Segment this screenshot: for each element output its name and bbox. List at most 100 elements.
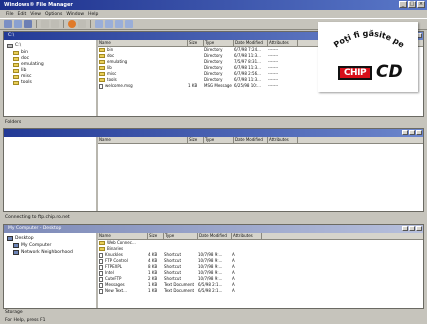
column-header-name[interactable]: Name: [98, 40, 188, 46]
pane-header[interactable]: My Computer - Desktop: [4, 225, 423, 233]
toolbar-separator: [63, 20, 64, 28]
folder-icon: [99, 54, 105, 58]
folder-icon: [13, 80, 19, 85]
column-header-size[interactable]: Size: [188, 40, 204, 46]
tree-item[interactable]: tools: [13, 80, 32, 85]
file-icon: [99, 288, 103, 294]
table-row[interactable]: New Text... 1 KB Text Document 6/5/98 2:1..…: [98, 288, 423, 294]
tree-item[interactable]: Network Neighborhood: [13, 250, 73, 255]
tree-item[interactable]: bin: [13, 50, 28, 55]
tree-item[interactable]: doc: [13, 56, 29, 61]
pane-title: C:\: [8, 33, 15, 38]
column-header-name[interactable]: Name: [98, 233, 148, 239]
stop-icon[interactable]: [68, 20, 76, 28]
cell-date: 6/25/98 10:...: [234, 83, 261, 88]
column-header-type[interactable]: Type: [204, 40, 234, 46]
menu-options[interactable]: Options: [45, 12, 62, 17]
copy-icon[interactable]: [51, 20, 59, 28]
refresh-icon[interactable]: [78, 20, 86, 28]
folder-tree: Desktop My Computer Network Neighborhood: [4, 233, 98, 308]
file-icon: [99, 282, 103, 288]
cell-name: New Text...: [99, 288, 148, 294]
cell-date: 6/5/98 2:1...: [198, 288, 223, 293]
menu-help[interactable]: Help: [88, 12, 98, 17]
promo-arc-text: Poţi fi găsite pe: [332, 29, 406, 50]
large-icons-icon[interactable]: [95, 20, 103, 28]
column-header-type[interactable]: Type: [164, 233, 198, 239]
tree-item[interactable]: My Computer: [13, 243, 51, 248]
folder-icon: [99, 60, 105, 64]
cell-attr: A: [232, 288, 235, 293]
menu-edit[interactable]: Edit: [18, 12, 27, 17]
column-header-size[interactable]: Size: [188, 137, 204, 143]
tree-item[interactable]: emulating: [13, 62, 44, 67]
column-header-size[interactable]: Size: [148, 233, 164, 239]
cell-attr: -------: [268, 83, 279, 88]
pane-maximize-button[interactable]: [409, 226, 415, 231]
toolbar-separator: [90, 20, 91, 28]
close-button[interactable]: ×: [417, 1, 425, 8]
pane-close-button[interactable]: [416, 130, 422, 135]
folder-icon: [99, 241, 105, 245]
file-icon: [99, 270, 103, 276]
file-icon: [99, 83, 103, 89]
network-icon: [13, 250, 19, 255]
cell-type: MSG Message: [204, 83, 232, 88]
column-header-name[interactable]: Name: [98, 137, 188, 143]
list-view-icon[interactable]: [115, 20, 123, 28]
pane-maximize-button[interactable]: [409, 130, 415, 135]
cell-name: welcome.msg: [99, 83, 188, 89]
column-header-attributes[interactable]: Attributes: [268, 40, 298, 46]
menu-bar: File Edit View Options Window Help: [0, 10, 427, 18]
disconnect-icon[interactable]: [14, 20, 22, 28]
folder-tree: C:\ bin doc emulating lib misc tools: [4, 40, 98, 116]
pane-remote: Name Size Type Date Modified Attributes: [3, 128, 424, 212]
details-view-icon[interactable]: [125, 20, 133, 28]
desktop-icon: [7, 236, 13, 241]
chip-cd-promo: Poţi fi găsite pe CHIP CD: [318, 22, 418, 92]
minimize-button[interactable]: _: [399, 1, 407, 8]
file-icon: [99, 264, 103, 270]
tree-item[interactable]: Desktop: [7, 236, 34, 241]
window-titlebar[interactable]: Windows® File Manager _ □ ×: [0, 0, 427, 10]
menu-window[interactable]: Window: [66, 12, 84, 17]
file-icon: [99, 252, 103, 258]
connect-icon[interactable]: [4, 20, 12, 28]
tree-item[interactable]: lib: [13, 68, 26, 73]
cell-size: 1 KB: [188, 83, 198, 88]
cell-size: 1 KB: [148, 288, 158, 293]
folder-icon: [99, 66, 105, 70]
folder-icon: [99, 48, 105, 52]
folder-icon: [99, 247, 105, 251]
folder-icon: [13, 68, 19, 73]
column-header-date[interactable]: Date Modified: [234, 137, 268, 143]
pane-header[interactable]: [4, 129, 423, 137]
maximize-button[interactable]: □: [408, 1, 416, 8]
column-header-row: Name Size Type Date Modified Attributes: [98, 137, 423, 144]
window-title: Windows® File Manager: [4, 2, 73, 8]
chip-logo: CHIP: [338, 66, 372, 80]
cut-icon[interactable]: [41, 20, 49, 28]
column-header-date[interactable]: Date Modified: [198, 233, 232, 239]
column-header-attributes[interactable]: Attributes: [232, 233, 262, 239]
tree-item[interactable]: misc: [13, 74, 31, 79]
menu-view[interactable]: View: [30, 12, 41, 17]
small-icons-icon[interactable]: [105, 20, 113, 28]
file-icon: [99, 276, 103, 282]
column-header-row: Name Size Type Date Modified Attributes: [98, 233, 423, 240]
folder-icon: [99, 78, 105, 82]
folder-icon: [13, 74, 19, 79]
column-header-attributes[interactable]: Attributes: [268, 137, 298, 143]
column-header-type[interactable]: Type: [204, 137, 234, 143]
pane-minimize-button[interactable]: [402, 130, 408, 135]
cd-text: CD: [376, 62, 403, 82]
pane1-status: Folders: [5, 120, 22, 125]
tree-item[interactable]: C:\: [7, 43, 21, 48]
pane-minimize-button[interactable]: [402, 226, 408, 231]
folder-icon: [99, 72, 105, 76]
svg-text:Poţi fi găsite pe: Poţi fi găsite pe: [332, 29, 406, 50]
column-header-date[interactable]: Date Modified: [234, 40, 268, 46]
pane-close-button[interactable]: [416, 226, 422, 231]
save-icon[interactable]: [24, 20, 32, 28]
menu-file[interactable]: File: [6, 12, 14, 17]
